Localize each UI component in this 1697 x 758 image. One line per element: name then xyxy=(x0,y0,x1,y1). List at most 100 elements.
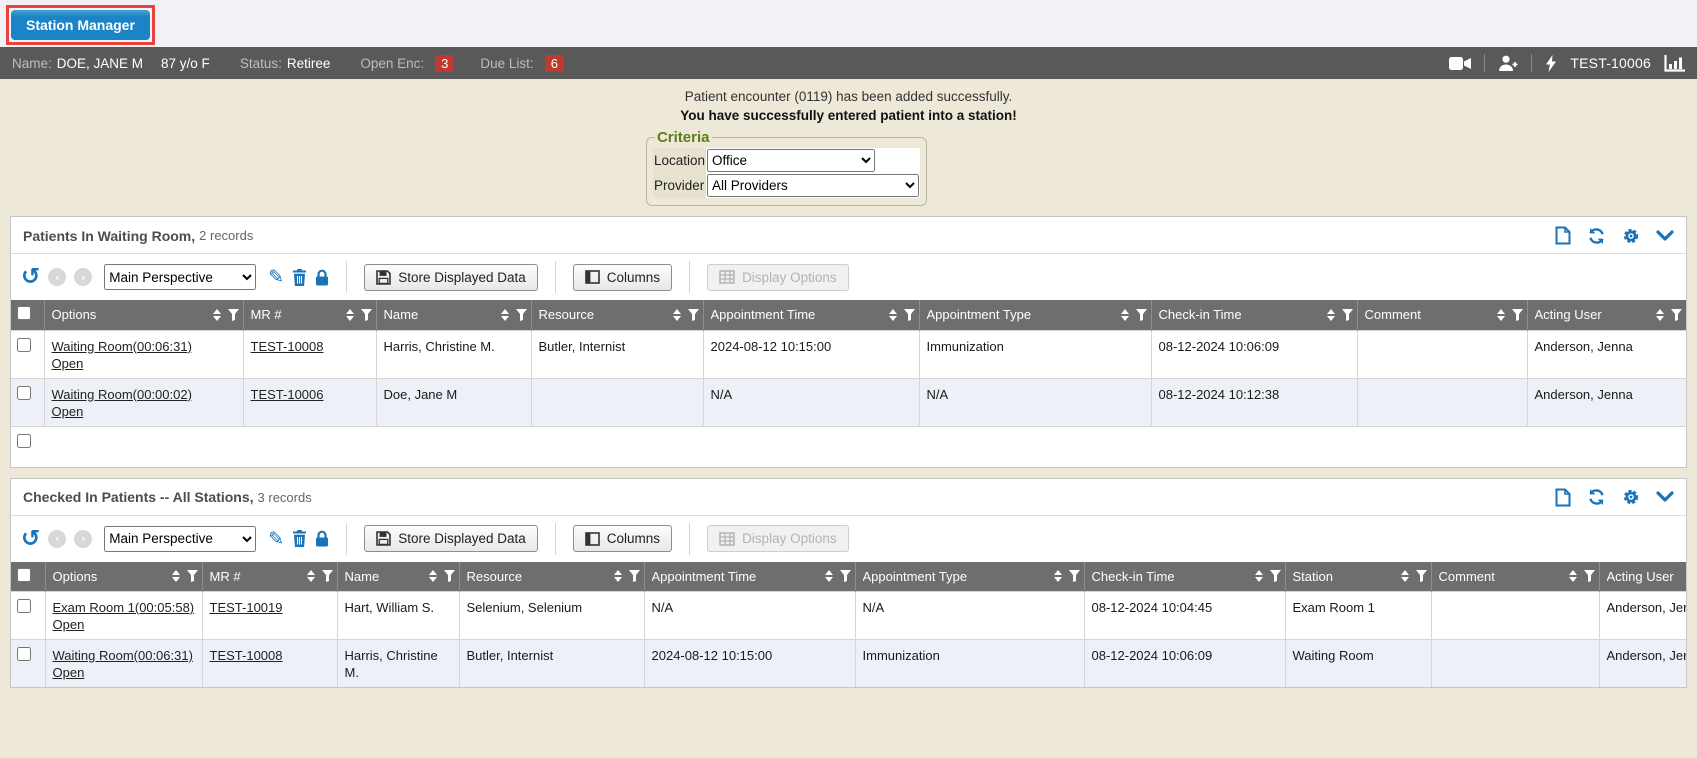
columns-button[interactable]: Columns xyxy=(573,264,672,291)
collapse-chevron-icon[interactable] xyxy=(1656,491,1674,503)
row-checkbox[interactable] xyxy=(17,599,31,613)
open-link[interactable]: Open xyxy=(52,356,84,371)
col-header-resource[interactable]: Resource xyxy=(531,300,703,330)
next-perspective-icon[interactable]: › xyxy=(74,530,92,548)
sort-icon[interactable] xyxy=(501,309,509,321)
add-person-icon[interactable] xyxy=(1498,55,1518,71)
store-displayed-data-button[interactable]: Store Displayed Data xyxy=(364,525,538,552)
lock-perspective-icon[interactable] xyxy=(315,269,329,286)
mr-number-link[interactable]: TEST-10008 xyxy=(251,339,324,354)
station-timer-link[interactable]: Exam Room 1(00:05:58) xyxy=(53,600,195,615)
new-document-icon[interactable] xyxy=(1555,226,1571,245)
sort-icon[interactable] xyxy=(1121,309,1129,321)
filter-icon[interactable] xyxy=(1270,570,1281,582)
filter-icon[interactable] xyxy=(1512,309,1523,321)
perspective-select[interactable]: Main Perspective xyxy=(104,526,256,552)
col-header-mr[interactable]: MR # xyxy=(243,300,376,330)
col-header-comment[interactable]: Comment xyxy=(1357,300,1527,330)
provider-select[interactable]: All Providers xyxy=(707,174,919,197)
due-list-badge[interactable]: 6 xyxy=(545,55,564,72)
col-header-appt-time[interactable]: Appointment Time xyxy=(703,300,919,330)
open-link[interactable]: Open xyxy=(53,617,85,632)
delete-perspective-icon[interactable] xyxy=(292,530,307,547)
filter-icon[interactable] xyxy=(516,309,527,321)
select-all-checkbox[interactable] xyxy=(17,306,31,320)
col-header-acting-user[interactable]: Acting User xyxy=(1599,562,1686,592)
mr-number-link[interactable]: TEST-10019 xyxy=(210,600,283,615)
collapse-chevron-icon[interactable] xyxy=(1656,230,1674,242)
col-header-appt-time[interactable]: Appointment Time xyxy=(644,562,855,592)
filter-icon[interactable] xyxy=(187,570,198,582)
filter-icon[interactable] xyxy=(228,309,239,321)
reset-perspective-icon[interactable]: ↺ xyxy=(21,529,40,549)
sort-icon[interactable] xyxy=(614,570,622,582)
row-checkbox[interactable] xyxy=(17,338,31,352)
station-timer-link[interactable]: Waiting Room(00:06:31) xyxy=(53,648,193,663)
reset-perspective-icon[interactable]: ↺ xyxy=(21,267,40,287)
edit-perspective-icon[interactable]: ✎ xyxy=(268,528,284,550)
mr-number-link[interactable]: TEST-10008 xyxy=(210,648,283,663)
col-header-station[interactable]: Station xyxy=(1285,562,1431,592)
filter-icon[interactable] xyxy=(1416,570,1427,582)
open-link[interactable]: Open xyxy=(53,665,85,680)
sort-icon[interactable] xyxy=(1255,570,1263,582)
sort-icon[interactable] xyxy=(825,570,833,582)
filter-icon[interactable] xyxy=(1069,570,1080,582)
col-header-checkin[interactable]: Check-in Time xyxy=(1084,562,1285,592)
col-header-resource[interactable]: Resource xyxy=(459,562,644,592)
new-document-icon[interactable] xyxy=(1555,488,1571,507)
lightning-icon[interactable] xyxy=(1545,55,1557,72)
sort-icon[interactable] xyxy=(307,570,315,582)
row-checkbox[interactable] xyxy=(17,647,31,661)
col-header-name[interactable]: Name xyxy=(337,562,459,592)
delete-perspective-icon[interactable] xyxy=(292,269,307,286)
prev-perspective-icon[interactable]: ‹ xyxy=(48,268,66,286)
col-header-checkin[interactable]: Check-in Time xyxy=(1151,300,1357,330)
filter-icon[interactable] xyxy=(322,570,333,582)
filter-icon[interactable] xyxy=(904,309,915,321)
station-timer-link[interactable]: Waiting Room(00:00:02) xyxy=(52,387,192,402)
lock-perspective-icon[interactable] xyxy=(315,530,329,547)
sort-icon[interactable] xyxy=(1401,570,1409,582)
col-header-options[interactable]: Options xyxy=(45,562,202,592)
open-enc-badge[interactable]: 3 xyxy=(435,55,454,72)
sort-icon[interactable] xyxy=(429,570,437,582)
sort-icon[interactable] xyxy=(1569,570,1577,582)
next-perspective-icon[interactable]: › xyxy=(74,268,92,286)
col-header-appt-type[interactable]: Appointment Type xyxy=(855,562,1084,592)
gear-icon[interactable] xyxy=(1622,227,1640,245)
filter-icon[interactable] xyxy=(629,570,640,582)
col-header-name[interactable]: Name xyxy=(376,300,531,330)
open-link[interactable]: Open xyxy=(52,404,84,419)
filter-icon[interactable] xyxy=(1584,570,1595,582)
store-displayed-data-button[interactable]: Store Displayed Data xyxy=(364,264,538,291)
filter-icon[interactable] xyxy=(1671,309,1682,321)
sort-icon[interactable] xyxy=(1497,309,1505,321)
filter-icon[interactable] xyxy=(688,309,699,321)
sort-icon[interactable] xyxy=(1054,570,1062,582)
row-checkbox[interactable] xyxy=(17,386,31,400)
sort-icon[interactable] xyxy=(213,309,221,321)
sort-icon[interactable] xyxy=(889,309,897,321)
columns-button[interactable]: Columns xyxy=(573,525,672,552)
gear-icon[interactable] xyxy=(1622,488,1640,506)
sort-icon[interactable] xyxy=(1656,309,1664,321)
select-all-checkbox[interactable] xyxy=(17,568,31,582)
col-header-mr[interactable]: MR # xyxy=(202,562,337,592)
sort-icon[interactable] xyxy=(172,570,180,582)
station-timer-link[interactable]: Waiting Room(00:06:31) xyxy=(52,339,192,354)
col-header-options[interactable]: Options xyxy=(44,300,243,330)
sort-icon[interactable] xyxy=(673,309,681,321)
sort-icon[interactable] xyxy=(1327,309,1335,321)
select-all-footer-checkbox[interactable] xyxy=(17,434,31,448)
filter-icon[interactable] xyxy=(1136,309,1147,321)
mr-number-link[interactable]: TEST-10006 xyxy=(251,387,324,402)
filter-icon[interactable] xyxy=(840,570,851,582)
filter-icon[interactable] xyxy=(1342,309,1353,321)
location-select[interactable]: Office xyxy=(707,149,875,172)
prev-perspective-icon[interactable]: ‹ xyxy=(48,530,66,548)
refresh-icon[interactable] xyxy=(1587,227,1606,245)
video-camera-icon[interactable] xyxy=(1449,56,1471,71)
refresh-icon[interactable] xyxy=(1587,488,1606,506)
col-header-comment[interactable]: Comment xyxy=(1431,562,1599,592)
